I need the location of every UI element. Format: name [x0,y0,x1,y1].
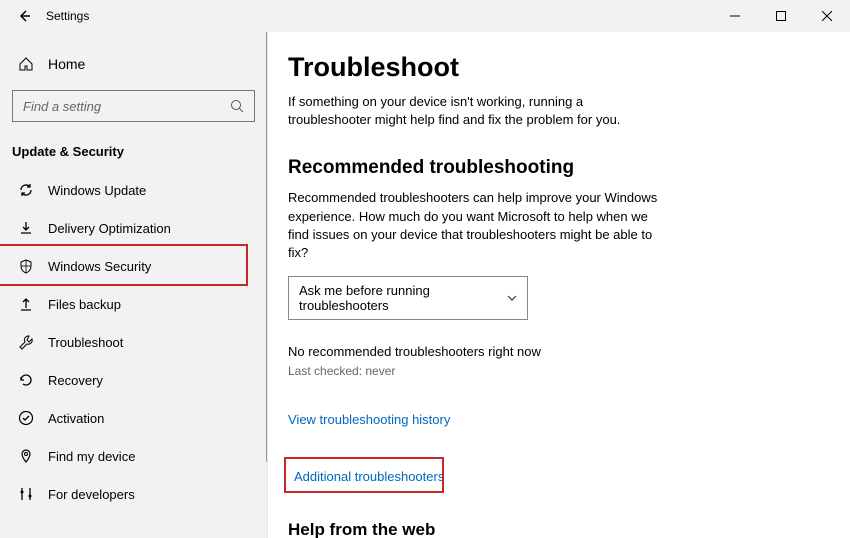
sidebar-item-label: Recovery [48,373,103,388]
search-icon [230,99,244,113]
page-description: If something on your device isn't workin… [288,93,658,129]
sidebar-item-label: Troubleshoot [48,335,123,350]
window-title: Settings [46,9,89,23]
close-button[interactable] [804,0,850,32]
home-button[interactable]: Home [0,50,267,90]
sidebar-item-windows-security[interactable]: Windows Security [0,247,267,285]
minimize-button[interactable] [712,0,758,32]
sidebar-item-label: Find my device [48,449,135,464]
help-heading: Help from the web [288,520,820,538]
last-checked-text: Last checked: never [288,364,820,378]
sidebar-item-files-backup[interactable]: Files backup [0,285,267,323]
sidebar-item-activation[interactable]: Activation [0,399,267,437]
sidebar-item-delivery-optimization[interactable]: Delivery Optimization [0,209,267,247]
download-icon [18,220,34,236]
sidebar-item-label: Activation [48,411,104,426]
dropdown-value: Ask me before running troubleshooters [299,283,507,313]
maximize-icon [776,11,786,21]
sidebar-item-troubleshoot[interactable]: Troubleshoot [0,323,267,361]
chevron-down-icon [507,295,517,301]
maximize-button[interactable] [758,0,804,32]
wrench-icon [18,334,34,350]
location-icon [18,448,34,464]
status-text: No recommended troubleshooters right now [288,344,820,359]
category-header: Update & Security [0,140,267,171]
recovery-icon [18,372,34,388]
shield-icon [18,258,34,274]
sidebar-item-label: For developers [48,487,135,502]
history-link[interactable]: View troubleshooting history [288,412,450,427]
page-title: Troubleshoot [288,52,820,83]
sidebar-item-label: Windows Security [48,259,151,274]
sidebar-item-label: Windows Update [48,183,146,198]
sidebar-item-recovery[interactable]: Recovery [0,361,267,399]
troubleshoot-preference-dropdown[interactable]: Ask me before running troubleshooters [288,276,528,320]
sidebar-item-windows-update[interactable]: Windows Update [0,171,267,209]
check-circle-icon [18,410,34,426]
additional-troubleshooters-link[interactable]: Additional troubleshooters [294,469,444,484]
home-label: Home [48,56,85,72]
upload-icon [18,296,34,312]
sidebar-item-for-developers[interactable]: For developers [0,475,267,513]
recommended-heading: Recommended troubleshooting [288,157,820,179]
sliders-icon [18,486,34,502]
sidebar-item-find-my-device[interactable]: Find my device [0,437,267,475]
home-icon [18,56,34,72]
sync-icon [18,182,34,198]
sidebar-item-label: Files backup [48,297,121,312]
minimize-icon [730,11,740,21]
search-input[interactable] [23,99,230,114]
recommended-description: Recommended troubleshooters can help imp… [288,189,668,262]
search-box[interactable] [12,90,255,122]
arrow-left-icon [16,8,32,24]
back-button[interactable] [14,6,34,26]
sidebar-item-label: Delivery Optimization [48,221,171,236]
close-icon [822,11,832,21]
